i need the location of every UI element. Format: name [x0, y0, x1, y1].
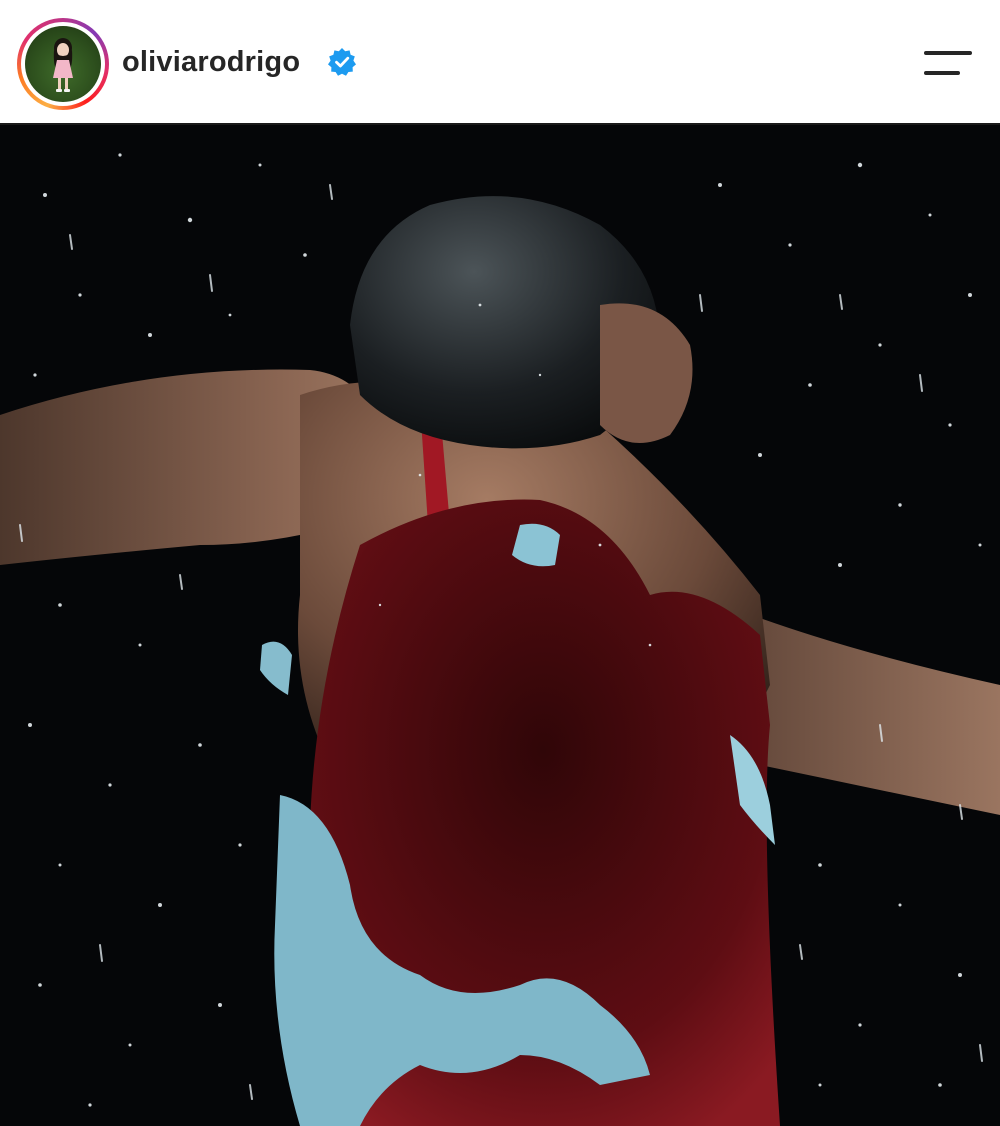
avatar-doll-image: [53, 38, 73, 92]
rain-dancer-illustration: [0, 125, 1000, 1126]
verified-badge-icon: [328, 48, 356, 76]
story-ring[interactable]: [17, 18, 109, 110]
post-photo[interactable]: [0, 125, 1000, 1126]
username[interactable]: oliviarodrigo: [122, 44, 300, 80]
profile-avatar[interactable]: [25, 26, 101, 102]
post-header: oliviarodrigo: [0, 0, 1000, 125]
hamburger-menu-icon[interactable]: [922, 48, 974, 78]
